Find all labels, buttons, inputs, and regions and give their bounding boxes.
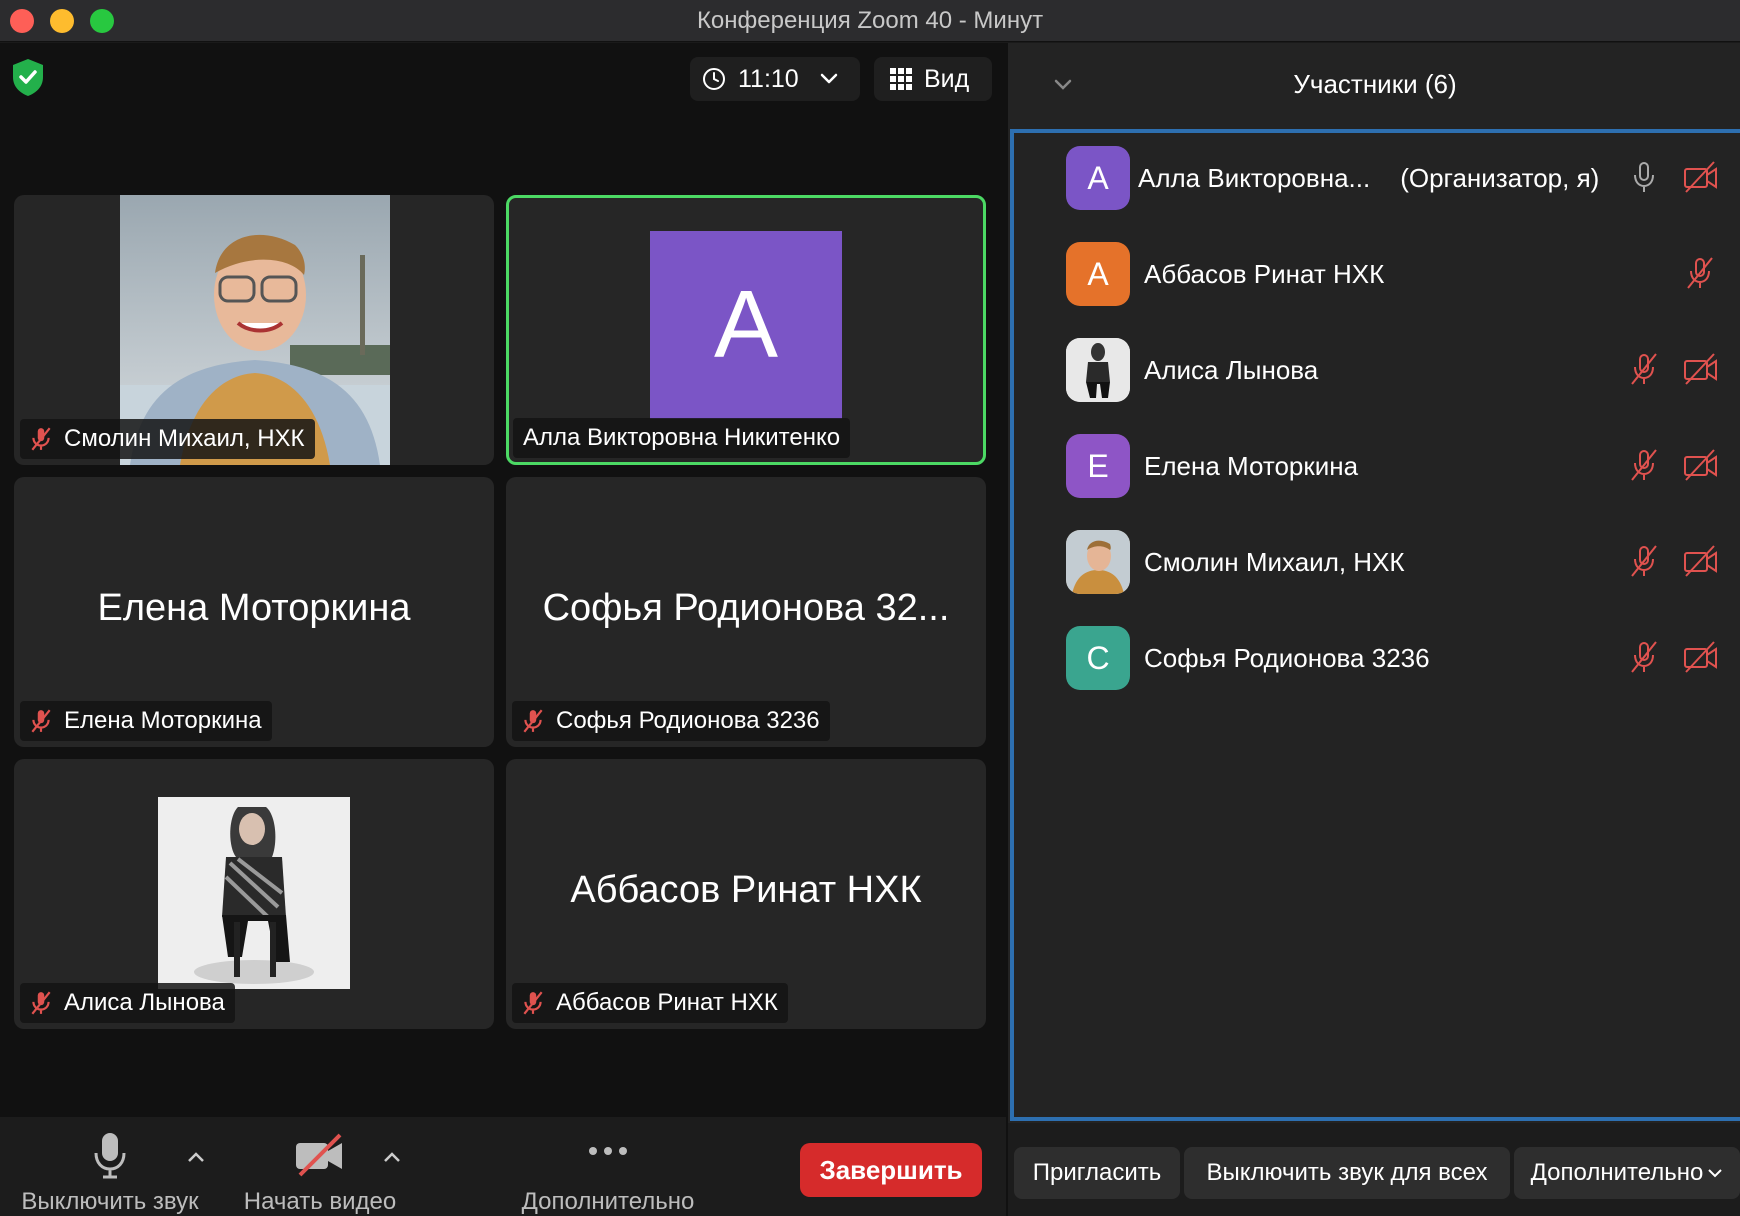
window-title: Конференция Zoom 40 - Минут <box>696 7 1044 34</box>
microphone-icon[interactable] <box>1626 159 1662 195</box>
participant-name: Смолин Михаил, НХК <box>1144 546 1405 577</box>
tile-big-name: Елена Моторкина <box>97 587 411 629</box>
muted-mic-icon[interactable] <box>1626 447 1662 483</box>
chevron-up-icon <box>188 1152 204 1162</box>
participant-avatar: A <box>1066 242 1130 306</box>
participant-controls <box>1626 159 1718 195</box>
mute-all-button[interactable]: Выключить звук для всех <box>1184 1147 1510 1199</box>
tile-name-label: Алла Викторовна Никитенко <box>513 418 851 458</box>
participant-avatar: A <box>650 231 842 419</box>
muted-mic-icon[interactable] <box>1626 351 1662 387</box>
participant-avatar <box>1066 530 1130 594</box>
participant-role: (Организатор, я) <box>1400 162 1600 193</box>
more-label: Дополнительно <box>521 1188 695 1215</box>
video-tile[interactable]: Аббасов Ринат НХК Аббасов Ринат НХК <box>506 759 986 1029</box>
muted-mic-icon <box>31 991 51 1015</box>
video-off-icon[interactable] <box>1682 543 1718 579</box>
participant-avatar: A <box>1066 146 1130 210</box>
video-off-icon <box>296 1133 342 1177</box>
more-options-button[interactable]: Дополнительно <box>1514 1147 1740 1199</box>
more-button[interactable]: Дополнительно <box>508 1131 708 1216</box>
participants-title: Участники (6) <box>1293 69 1457 99</box>
participant-avatar <box>1066 338 1130 402</box>
participant-name: Аббасов Ринат НХК <box>1144 258 1385 289</box>
tile-big-name: Софья Родионова 32... <box>542 587 950 629</box>
participants-header: Участники (6) <box>1008 43 1740 127</box>
video-tile[interactable]: Елена Моторкина Елена Моторкина <box>14 477 494 747</box>
clock-icon <box>703 68 725 90</box>
view-label: Вид <box>924 64 970 93</box>
video-tile[interactable]: Смолин Михаил, НХК <box>14 195 494 465</box>
participant-controls <box>1626 351 1718 387</box>
participant-controls <box>1682 255 1718 291</box>
audio-options-caret[interactable] <box>186 1147 206 1170</box>
video-off-icon[interactable] <box>1682 447 1718 483</box>
muted-mic-icon[interactable] <box>1626 639 1662 675</box>
participant-avatar: E <box>1066 434 1130 498</box>
security-shield-icon[interactable] <box>10 57 46 97</box>
video-tile-active-speaker[interactable]: A Алла Викторовна Никитенко <box>506 195 986 465</box>
meeting-area: 11:10 Вид Смолин Михаил, НХК A Алла Викт… <box>0 43 1006 1117</box>
participant-name: Алиса Лынова <box>1144 354 1319 385</box>
participant-row[interactable]: A Аббасов Ринат НХК <box>1066 239 1726 309</box>
meeting-timer-button[interactable]: 11:10 <box>690 57 860 101</box>
participant-name: Елена Моторкина <box>1144 450 1359 481</box>
tile-big-name: Аббасов Ринат НХК <box>570 869 922 911</box>
tile-name-label: Софья Родионова 3236 <box>512 701 830 741</box>
muted-mic-icon <box>523 991 543 1015</box>
participant-name: Софья Родионова 3236 <box>1144 642 1430 673</box>
tile-name-label: Смолин Михаил, НХК <box>20 419 315 459</box>
meeting-toolbar: Выключить звук Начать видео Дополнительн… <box>0 1117 1006 1216</box>
participant-avatar: C <box>1066 626 1130 690</box>
participant-controls <box>1626 447 1718 483</box>
tile-name-label: Елена Моторкина <box>20 701 272 741</box>
chevron-down-icon <box>1708 1169 1723 1178</box>
muted-mic-icon <box>523 709 543 733</box>
muted-mic-icon[interactable] <box>1626 543 1662 579</box>
mute-label: Выключить звук <box>21 1188 199 1215</box>
muted-mic-icon <box>31 709 51 733</box>
participant-controls <box>1626 543 1718 579</box>
participants-panel: Участники (6) A Алла Викторовна... (Орга… <box>1006 43 1740 1216</box>
video-off-icon[interactable] <box>1682 639 1718 675</box>
video-tile[interactable]: Софья Родионова 32... Софья Родионова 32… <box>506 477 986 747</box>
video-options-caret[interactable] <box>382 1147 402 1170</box>
participant-row[interactable]: A Алла Викторовна... (Организатор, я) <box>1066 143 1726 213</box>
mute-button[interactable]: Выключить звук <box>10 1131 210 1216</box>
start-video-button[interactable]: Начать видео <box>220 1131 420 1216</box>
participant-name: Алла Викторовна... <box>1138 162 1371 193</box>
microphone-icon <box>94 1133 126 1179</box>
title-bar: Конференция Zoom 40 - Минут <box>0 0 1740 42</box>
video-label: Начать видео <box>243 1188 397 1215</box>
chevron-down-icon <box>820 73 837 84</box>
participant-row[interactable]: Смолин Михаил, НХК <box>1066 527 1726 597</box>
participant-photo <box>158 797 350 989</box>
participant-row[interactable]: C Софья Родионова 3236 <box>1066 623 1726 693</box>
video-tile[interactable]: Алиса Лынова <box>14 759 494 1029</box>
tile-name-label: Алиса Лынова <box>20 983 235 1023</box>
muted-mic-icon <box>31 427 51 451</box>
grid-view-icon <box>890 68 912 90</box>
invite-button[interactable]: Пригласить <box>1014 1147 1180 1199</box>
participant-row[interactable]: Алиса Лынова <box>1066 335 1726 405</box>
meeting-time: 11:10 <box>738 64 799 93</box>
participants-list[interactable]: A Алла Викторовна... (Организатор, я) A … <box>1010 129 1740 1121</box>
video-off-icon[interactable] <box>1682 351 1718 387</box>
tile-name-label: Аббасов Ринат НХК <box>512 983 788 1023</box>
more-options-label: Дополнительно <box>1530 1159 1704 1186</box>
muted-mic-icon[interactable] <box>1682 255 1718 291</box>
chevron-up-icon <box>384 1152 400 1162</box>
view-button[interactable]: Вид <box>874 57 992 101</box>
video-off-icon[interactable] <box>1682 159 1718 195</box>
end-meeting-button[interactable]: Завершить <box>800 1143 982 1197</box>
more-dots-icon <box>589 1147 627 1155</box>
participant-controls <box>1626 639 1718 675</box>
participant-row[interactable]: E Елена Моторкина <box>1066 431 1726 501</box>
